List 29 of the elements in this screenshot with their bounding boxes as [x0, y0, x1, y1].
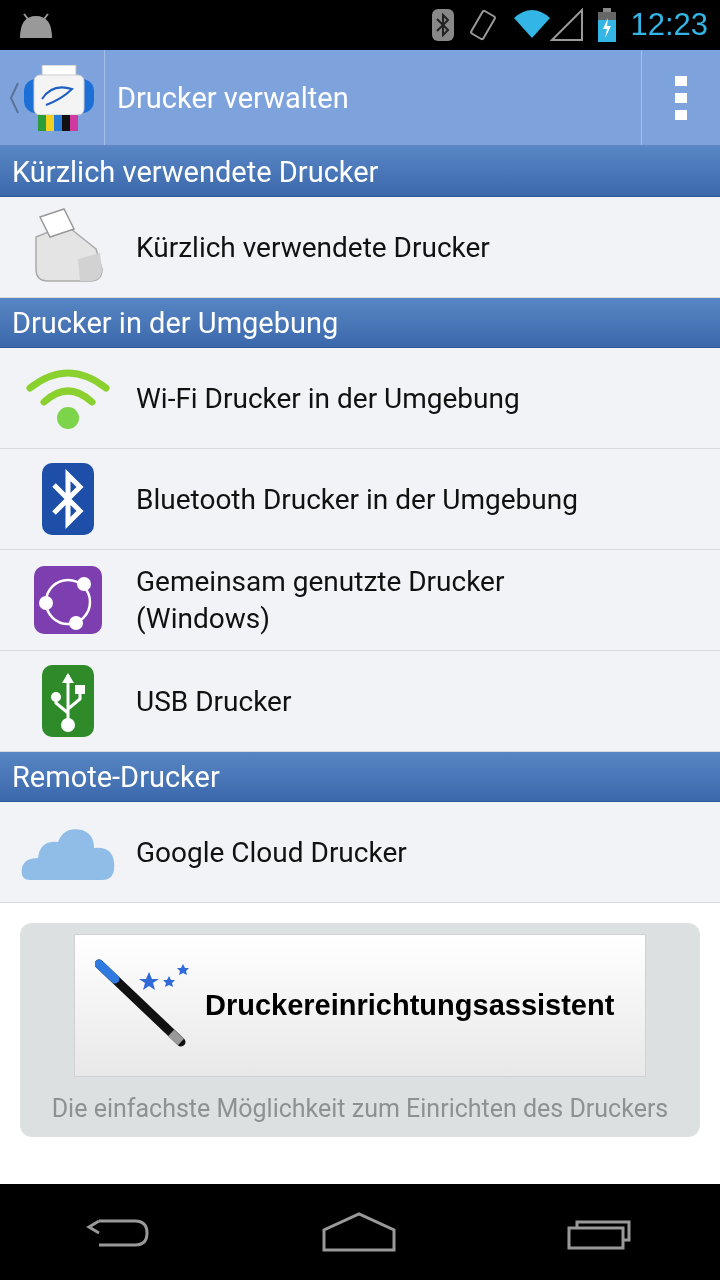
printer-app-icon: [22, 64, 96, 131]
bluetooth-icon: [432, 9, 455, 41]
home-icon[interactable]: [322, 1212, 396, 1252]
printer-source-item[interactable]: Google Cloud Drucker: [0, 802, 720, 903]
item-label: Wi-Fi Drucker in der Umgebung: [136, 380, 521, 417]
printer-source-item[interactable]: Gemeinsam genutzte Drucker (Windows): [0, 550, 720, 651]
more-icon: [675, 75, 687, 120]
item-label: Google Cloud Drucker: [136, 834, 408, 871]
printer-source-item[interactable]: Bluetooth Drucker in der Umgebung: [0, 449, 720, 550]
wizard-description: Die einfachste Möglichkeit zum Einrichten des Druckers: [50, 1093, 670, 1125]
item-label: Kürzlich verwendete Drucker: [136, 229, 491, 266]
back-caret-icon: [8, 80, 20, 115]
printer-source-item[interactable]: USB Drucker: [0, 651, 720, 752]
signal-icon: [512, 8, 585, 42]
wifi-icon: [26, 366, 110, 430]
printer-source-item[interactable]: Wi-Fi Drucker in der Umgebung: [0, 348, 720, 449]
section-header: Kürzlich verwendete Drucker: [0, 147, 720, 197]
bluetooth-icon: [42, 463, 94, 535]
item-label: USB Drucker: [136, 683, 293, 720]
section-header: Remote-Drucker: [0, 752, 720, 802]
item-label: Bluetooth Drucker in der Umgebung: [136, 481, 579, 518]
clock: 12:23: [630, 7, 708, 43]
item-label: Gemeinsam genutzte Drucker (Windows): [136, 564, 506, 637]
screen-title: Drucker verwalten: [116, 80, 350, 115]
usb-icon: [42, 665, 94, 737]
section-header: Drucker in der Umgebung: [0, 298, 720, 348]
battery-icon: [598, 8, 617, 42]
printer-source-item[interactable]: Kürzlich verwendete Drucker: [0, 197, 720, 298]
setup-wizard-button[interactable]: Druckereinrichtungsassistent: [74, 934, 646, 1077]
